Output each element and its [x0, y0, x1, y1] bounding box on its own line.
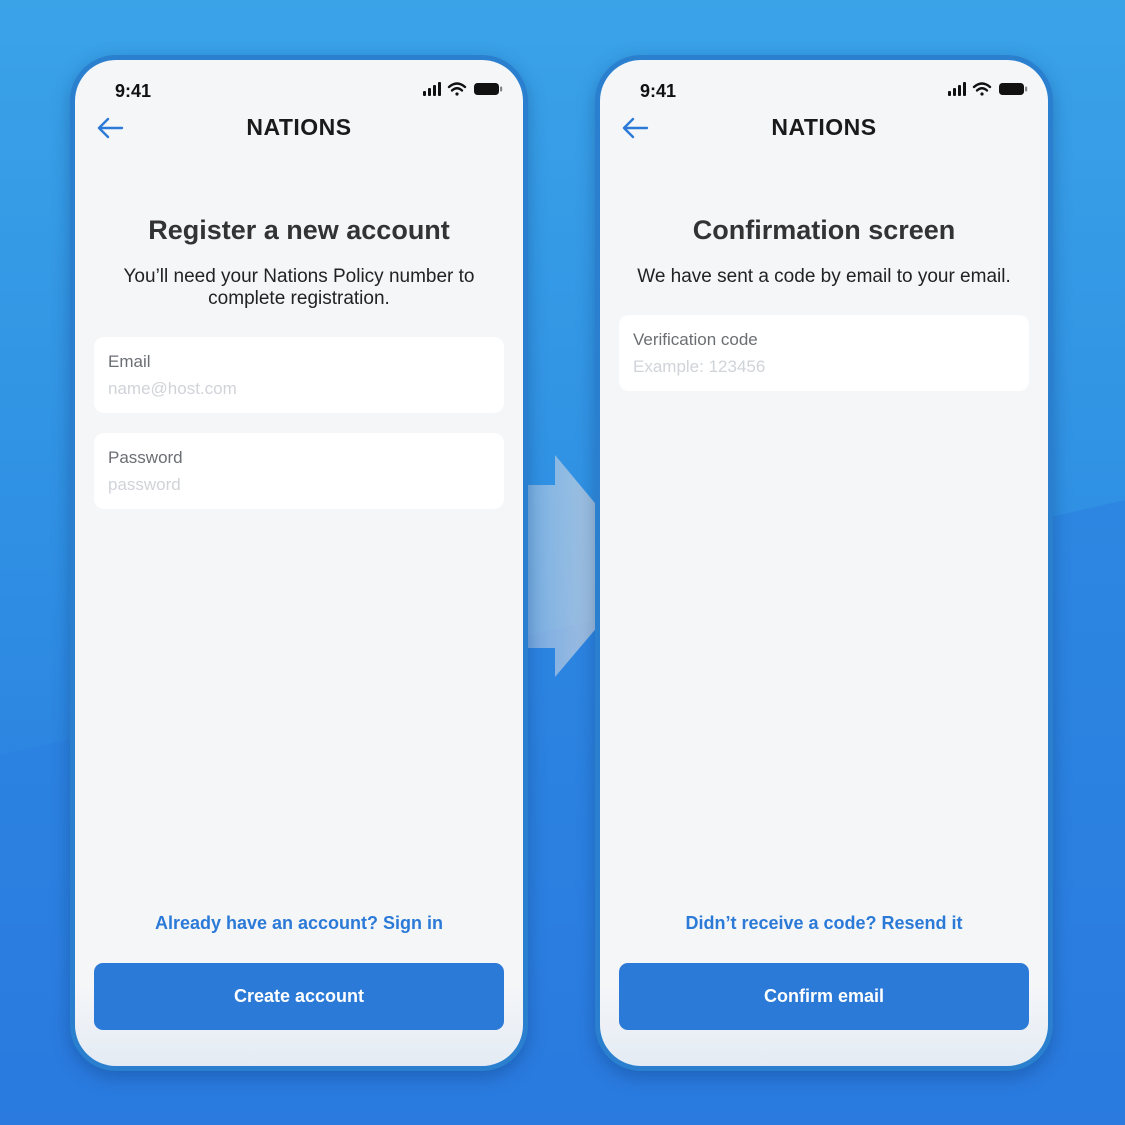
wifi-icon [972, 82, 992, 96]
page-subtitle: You’ll need your Nations Policy number t… [123, 266, 475, 309]
page-title: Register a new account [148, 215, 450, 245]
brand-logo: NATIONS [246, 114, 352, 140]
phone-confirmation: 9:41 NATIONS Confirmation screen We have… [595, 55, 1053, 1071]
status-time: 9:41 [640, 81, 677, 101]
password-label: Password [108, 448, 183, 467]
background-canvas: 9:41 NATIONS Register a new account You’… [0, 0, 1125, 1125]
verification-code-label: Verification code [633, 330, 758, 349]
brand-logo: NATIONS [771, 114, 877, 140]
register-screen: 9:41 NATIONS Register a new account You’… [75, 60, 523, 1066]
password-field[interactable]: Password [94, 433, 504, 509]
email-field[interactable]: Email [94, 337, 504, 413]
battery-icon [999, 83, 1028, 95]
confirmation-screen: 9:41 NATIONS Confirmation screen We have… [600, 60, 1048, 1066]
wifi-icon [447, 82, 467, 96]
email-input[interactable] [108, 379, 490, 399]
resend-code-link[interactable]: Didn’t receive a code? Resend it [600, 913, 1048, 934]
password-input[interactable] [108, 475, 490, 495]
status-time: 9:41 [115, 81, 152, 101]
confirm-email-button[interactable]: Confirm email [619, 963, 1029, 1030]
email-label: Email [108, 352, 151, 371]
verification-code-field[interactable]: Verification code [619, 315, 1029, 391]
phone-register: 9:41 NATIONS Register a new account You’… [70, 55, 528, 1071]
status-icons [423, 82, 503, 96]
status-icons [948, 82, 1028, 96]
cellular-signal-icon [948, 82, 966, 96]
battery-icon [474, 83, 503, 95]
page-subtitle: We have sent a code by email to your ema… [637, 266, 1011, 287]
sign-in-link[interactable]: Already have an account? Sign in [75, 913, 523, 934]
cellular-signal-icon [423, 82, 441, 96]
page-title: Confirmation screen [692, 215, 956, 245]
verification-code-input[interactable] [633, 357, 1015, 377]
create-account-button[interactable]: Create account [94, 963, 504, 1030]
